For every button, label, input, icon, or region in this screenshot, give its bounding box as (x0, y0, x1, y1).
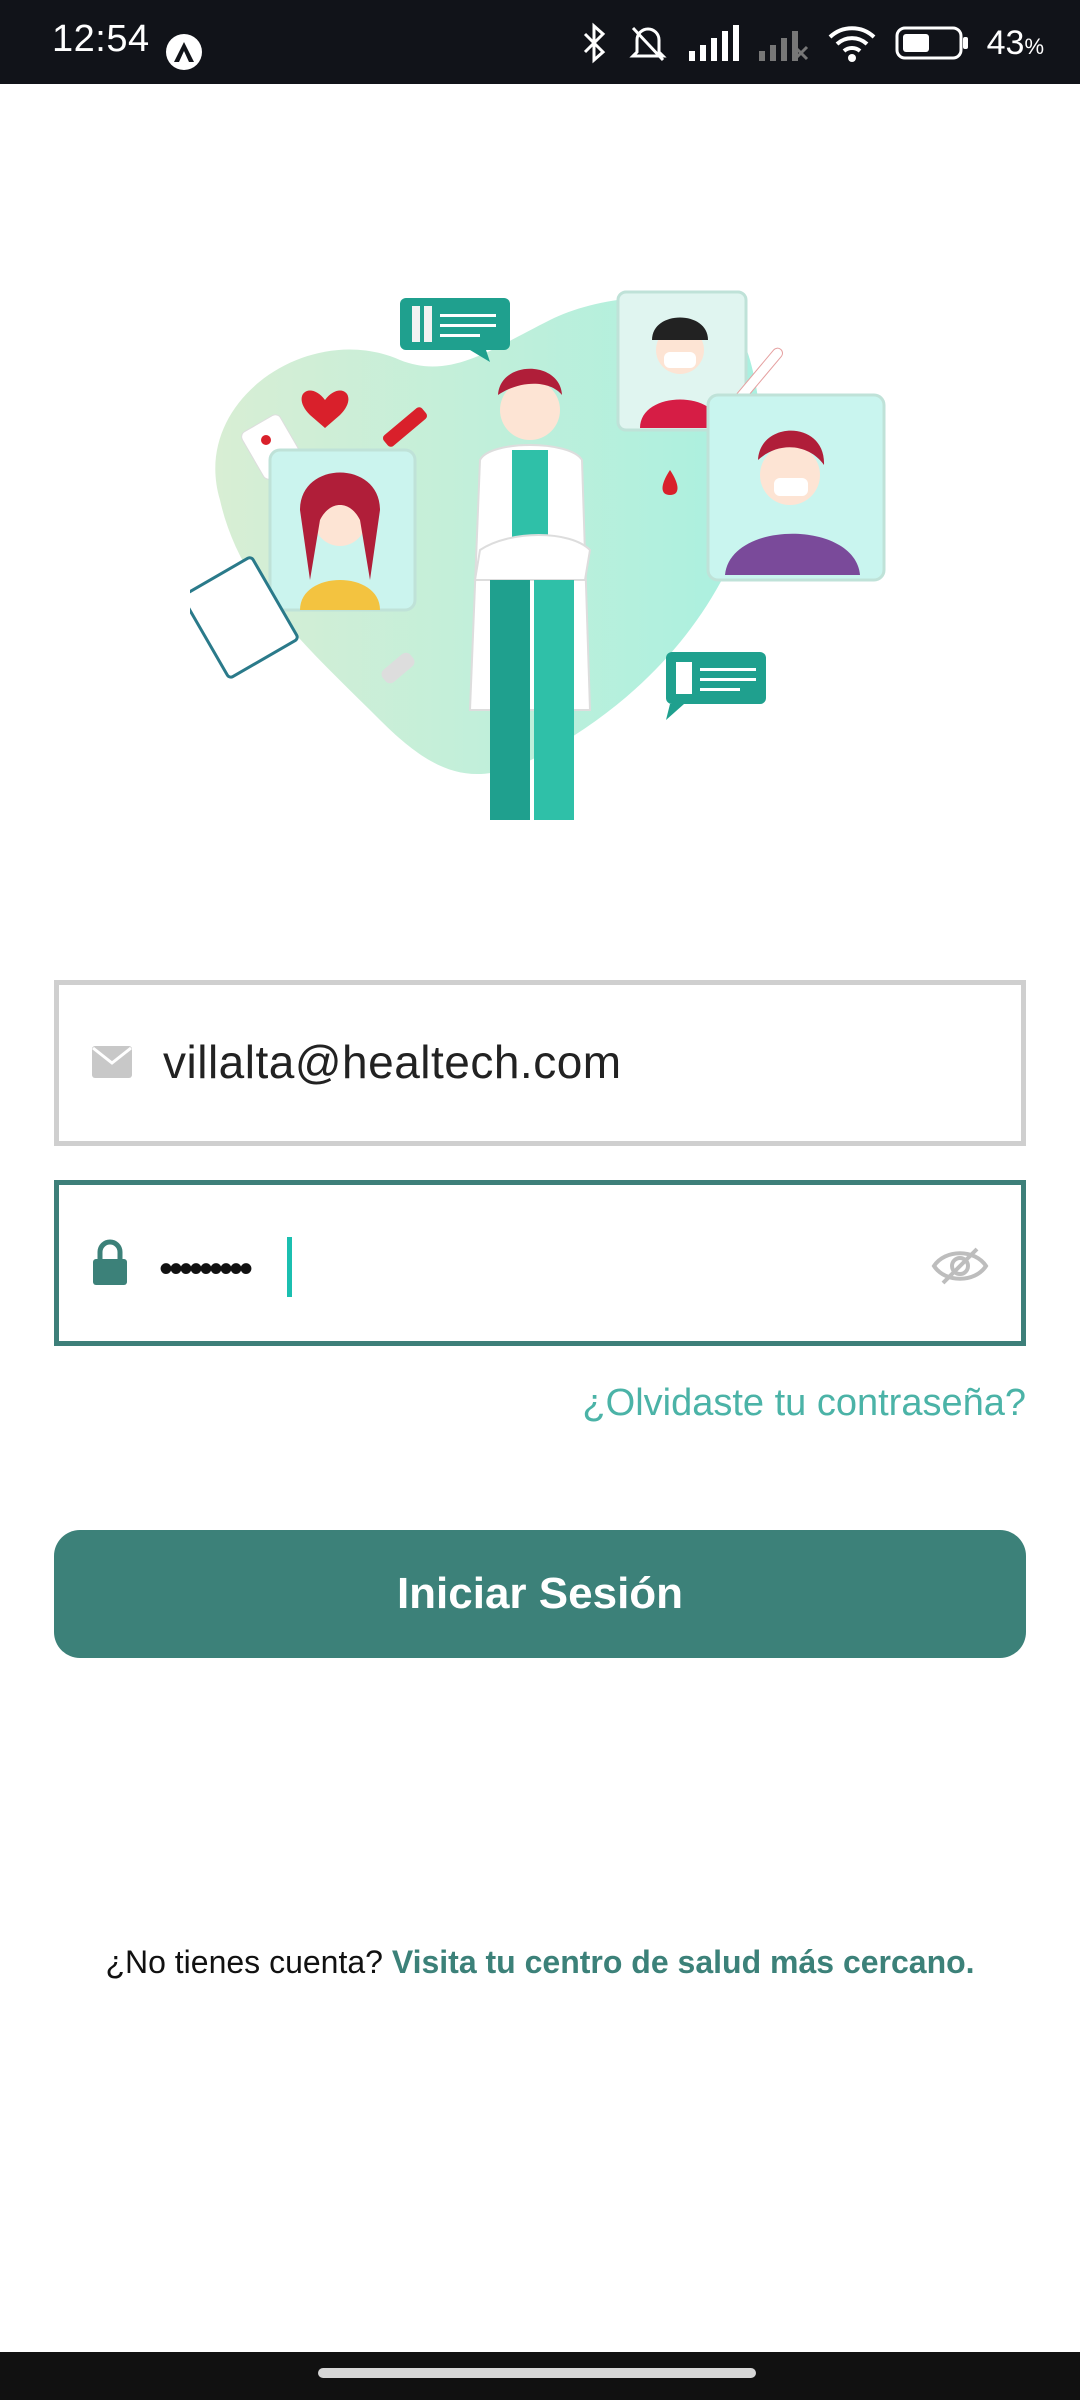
no-account-text: ¿No tienes cuenta? (105, 1944, 383, 1980)
bluetooth-icon (583, 22, 605, 64)
login-button[interactable]: Iniciar Sesión (54, 1530, 1026, 1658)
signal-icon (688, 25, 739, 61)
mute-icon (628, 26, 667, 62)
hero-illustration (181, 280, 890, 850)
health-center-link[interactable]: Visita tu centro de salud más cercano. (392, 1944, 975, 1980)
password-value: ••••••••• (159, 1247, 253, 1291)
mail-icon (91, 1045, 133, 1084)
navigation-bar (0, 2352, 1080, 2400)
wifi-icon (828, 26, 875, 62)
forgot-password-link[interactable]: ¿Olvidaste tu contraseña? (582, 1382, 1026, 1425)
battery-percent: 43% (986, 23, 1044, 62)
lock-icon (91, 1239, 129, 1290)
app-icon (166, 34, 202, 70)
battery-icon (895, 26, 968, 60)
text-caret (287, 1237, 292, 1297)
status-time: 12:54 (52, 18, 150, 60)
gesture-handle[interactable] (318, 2368, 756, 2378)
signup-hint: ¿No tienes cuenta? Visita tu centro de s… (0, 1944, 1080, 1981)
email-field[interactable]: villalta@healtech.com (54, 980, 1026, 1146)
signal-off-icon (758, 31, 808, 61)
email-value: villalta@healtech.com (163, 1036, 622, 1088)
password-field[interactable]: ••••••••• (54, 1180, 1026, 1346)
status-bar: 12:54 43% (0, 0, 1080, 84)
eye-off-icon[interactable] (931, 1243, 989, 1294)
